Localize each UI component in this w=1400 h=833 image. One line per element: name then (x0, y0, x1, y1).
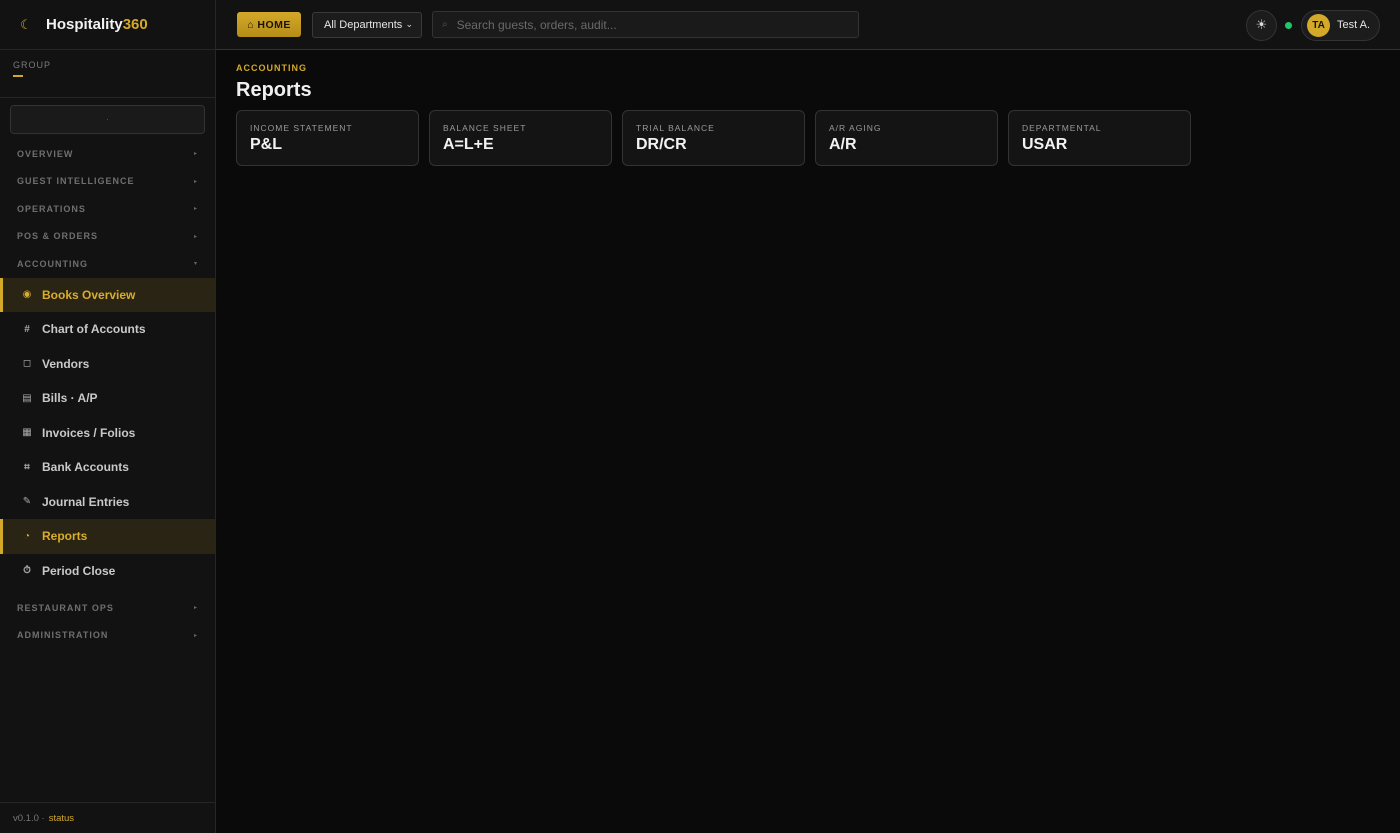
section-eyebrow: ACCOUNTING (236, 63, 307, 73)
pencil-icon: ✎ (22, 496, 32, 508)
page-title: Reports (236, 79, 312, 101)
search-input[interactable] (456, 17, 837, 32)
sidebar-item-label: Bills · A/P (42, 391, 98, 406)
hash-icon: # (24, 323, 30, 335)
card-value: DR/CR (636, 136, 687, 153)
card-label: DEPARTMENTAL (1022, 123, 1102, 133)
sidebar-item-label: Period Close (42, 563, 116, 578)
department-select[interactable]: All Departments ⌄ (312, 11, 422, 38)
card-value: A/R (829, 136, 857, 153)
report-card-trial-balance[interactable]: TRIAL BALANCE DR/CR (622, 110, 805, 166)
pie-chart-icon: ◔ (23, 530, 31, 542)
nav-section-operations[interactable]: OPERATIONS ▸ (0, 195, 215, 223)
property-selector[interactable]: · (10, 105, 205, 134)
app-name: Hospitality360 (46, 16, 148, 33)
chevron-right-icon: ▸ (193, 151, 198, 158)
nav-section-accounting[interactable]: ACCOUNTING ▾ (0, 250, 215, 278)
report-cards: INCOME STATEMENT P&L BALANCE SHEET A=L+E… (236, 110, 1400, 166)
topbar: ⌂ HOME All Departments ⌄ ⌕ ☀ TA Test A. (216, 0, 1400, 50)
department-select-value: All Departments (324, 18, 403, 31)
sidebar-item-vendors[interactable]: ◻ Vendors (0, 347, 215, 382)
card-label: BALANCE SHEET (443, 123, 527, 133)
nav-section-overview[interactable]: OVERVIEW ▸ (0, 140, 215, 168)
sidebar-item-label: Books Overview (42, 287, 136, 302)
vendor-icon: ◻ (22, 358, 32, 370)
topbar-right: ☀ TA Test A. (1246, 0, 1380, 50)
sidebar-item-label: Reports (42, 529, 88, 544)
sidebar-item-label: Vendors (42, 356, 90, 371)
sun-icon: ☀ (1255, 17, 1268, 32)
invoice-icon: ▦ (22, 427, 32, 439)
report-card-income-statement[interactable]: INCOME STATEMENT P&L (236, 110, 419, 166)
sidebar-item-bank-accounts[interactable]: ⌗ Bank Accounts (0, 450, 215, 485)
avatar: TA (1307, 13, 1330, 37)
report-card-departmental[interactable]: DEPARTMENTAL USAR (1008, 110, 1191, 166)
group-block: GROUP (0, 50, 215, 98)
sidebar-item-bills-ap[interactable]: ▤ Bills · A/P (0, 381, 215, 416)
user-name: Test A. (1337, 19, 1371, 31)
card-label: TRIAL BALANCE (636, 123, 715, 133)
chevron-right-icon: ▸ (193, 605, 198, 612)
sidebar-item-label: Bank Accounts (42, 460, 129, 475)
card-label: A/R AGING (829, 123, 882, 133)
card-value: USAR (1022, 136, 1068, 153)
chevron-down-icon: ▾ (193, 261, 198, 268)
brand[interactable]: ☾ Hospitality360 (0, 0, 215, 50)
chevron-right-icon: ▸ (193, 178, 198, 185)
nav-section-guest-intelligence[interactable]: GUEST INTELLIGENCE ▸ (0, 168, 215, 196)
report-card-ar-aging[interactable]: A/R AGING A/R (815, 110, 998, 166)
sidebar-item-label: Chart of Accounts (42, 322, 146, 337)
books-overview-icon: ◉ (22, 289, 32, 301)
group-label: GROUP (13, 60, 52, 70)
sidebar-item-period-close[interactable]: ⏱ Period Close (0, 554, 215, 589)
sidebar-item-books-overview[interactable]: ◉ Books Overview (0, 277, 215, 312)
sidebar-item-chart-of-accounts[interactable]: # Chart of Accounts (0, 312, 215, 347)
sidebar-item-reports[interactable]: ◔ Reports (0, 519, 215, 554)
chevron-right-icon: ▸ (193, 233, 198, 240)
nav-section-pos-orders[interactable]: POS & ORDERS ▸ (0, 223, 215, 251)
card-value: A=L+E (443, 136, 494, 153)
user-menu[interactable]: TA Test A. (1301, 9, 1380, 41)
nav-section-restaurant-ops[interactable]: RESTAURANT OPS ▸ (0, 594, 215, 622)
card-value: P&L (250, 136, 282, 153)
nav-section-administration[interactable]: ADMINISTRATION ▸ (0, 622, 215, 650)
chevron-right-icon: ▸ (193, 632, 198, 639)
home-button[interactable]: ⌂ HOME (237, 12, 301, 37)
sidebar-item-invoices-folios[interactable]: ▦ Invoices / Folios (0, 416, 215, 451)
search-icon: ⌕ (442, 19, 448, 30)
bank-icon: ⌗ (24, 461, 30, 473)
logo-icon: ☾ (20, 16, 32, 32)
sidebar-item-label: Journal Entries (42, 494, 130, 509)
main-content: ACCOUNTING Reports INCOME STATEMENT P&L … (236, 50, 1400, 166)
group-value (13, 75, 23, 77)
chevron-down-icon: ⌄ (405, 19, 413, 29)
chevron-right-icon: ▸ (193, 206, 198, 213)
sidebar: ☾ Hospitality360 GROUP · OVERVIEW ▸ GUEST… (0, 0, 216, 833)
bills-icon: ▤ (22, 392, 32, 404)
timer-icon: ⏱ (23, 565, 31, 577)
card-label: INCOME STATEMENT (250, 123, 353, 133)
sidebar-item-label: Invoices / Folios (42, 425, 136, 440)
online-status-dot (1285, 21, 1292, 29)
sidebar-nav: OVERVIEW ▸ GUEST INTELLIGENCE ▸ OPERATIONS… (0, 140, 215, 649)
report-card-balance-sheet[interactable]: BALANCE SHEET A=L+E (429, 110, 612, 166)
status-link[interactable]: status (49, 813, 74, 824)
theme-toggle-button[interactable]: ☀ (1246, 9, 1277, 41)
sidebar-item-journal-entries[interactable]: ✎ Journal Entries (0, 485, 215, 520)
search-box[interactable]: ⌕ (432, 11, 859, 38)
sidebar-footer: v0.1.0 · status (0, 802, 215, 833)
version-text: v0.1.0 · (13, 812, 45, 824)
